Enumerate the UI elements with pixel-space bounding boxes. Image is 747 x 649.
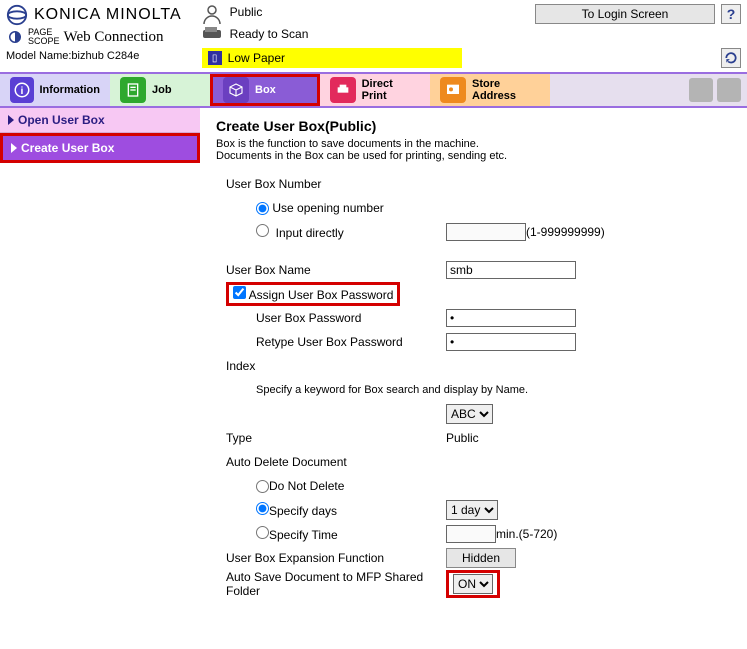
label-expansion: User Box Expansion Function: [226, 551, 446, 565]
brand-logo: KONICA MINOLTA: [6, 4, 182, 26]
select-specify-days[interactable]: 1 day: [446, 500, 498, 520]
input-userbox-name[interactable]: [446, 261, 576, 279]
label-retype-password: Retype User Box Password: [256, 335, 446, 349]
highlight-assign-password: Assign User Box Password: [226, 282, 400, 306]
label-auto-save: Auto Save Document to MFP Shared Folder: [226, 570, 446, 598]
label-auto-delete: Auto Delete Document: [226, 455, 347, 469]
print-icon: [330, 77, 356, 103]
hidden-button[interactable]: Hidden: [446, 548, 516, 568]
user-label: Public: [230, 5, 263, 19]
info-icon: i: [10, 77, 34, 103]
job-icon: [120, 77, 146, 103]
refresh-icon: [724, 51, 738, 65]
user-icon: [202, 4, 222, 20]
page-title: Create User Box(Public): [216, 118, 731, 134]
scanner-icon: [202, 26, 222, 42]
page-desc-2: Documents in the Box can be used for pri…: [216, 150, 731, 162]
card-icon[interactable]: [717, 78, 741, 102]
login-button[interactable]: To Login Screen: [535, 4, 715, 24]
help-button[interactable]: ?: [721, 4, 741, 24]
input-retype-password[interactable]: [446, 333, 576, 351]
radio-use-opening[interactable]: [256, 202, 269, 215]
highlight-auto-save: ON: [446, 570, 500, 598]
status-ready: Ready to Scan: [230, 27, 309, 41]
triangle-icon: [8, 115, 14, 125]
label-userbox-password: User Box Password: [256, 311, 446, 325]
input-userbox-number[interactable]: [446, 223, 526, 241]
model-name: Model Name:bizhub C284e: [6, 50, 182, 62]
input-userbox-password[interactable]: [446, 309, 576, 327]
radio-specify-days[interactable]: [256, 502, 269, 515]
hint-index: Specify a keyword for Box search and dis…: [256, 384, 528, 396]
svg-text:i: i: [20, 85, 23, 97]
tab-information[interactable]: i Information: [0, 74, 110, 106]
label-type: Type: [226, 431, 446, 445]
label-index: Index: [226, 359, 255, 373]
radio-do-not-delete[interactable]: [256, 480, 269, 493]
sidebar: Open User Box Create User Box: [0, 108, 200, 608]
label-userbox-name: User Box Name: [226, 263, 446, 277]
checkbox-assign-password[interactable]: [233, 286, 246, 299]
input-specify-time[interactable]: [446, 525, 496, 543]
tab-job[interactable]: Job: [110, 74, 210, 106]
tab-direct-print[interactable]: Direct Print: [320, 74, 430, 106]
select-index[interactable]: ABC: [446, 404, 493, 424]
pagescope-logo: PAGE SCOPE Web Connection: [6, 28, 182, 46]
main-tabs: i Information Job Box Direct Print Store…: [0, 72, 747, 108]
label-userbox-number: User Box Number: [226, 177, 321, 191]
select-auto-save[interactable]: ON: [453, 574, 493, 594]
value-type: Public: [446, 431, 479, 445]
address-icon: [440, 77, 466, 103]
triangle-icon: [11, 143, 17, 153]
status-low-paper: ▯ Low Paper: [202, 48, 462, 68]
sidebar-open-user-box[interactable]: Open User Box: [0, 108, 200, 133]
toolbox-icon[interactable]: [689, 78, 713, 102]
box-icon: [223, 77, 249, 103]
radio-input-directly[interactable]: [256, 224, 269, 237]
radio-specify-time[interactable]: [256, 526, 269, 539]
tab-box[interactable]: Box: [210, 74, 320, 106]
page-desc-1: Box is the function to save documents in…: [216, 138, 731, 150]
sidebar-create-user-box[interactable]: Create User Box: [0, 133, 200, 163]
paper-icon: ▯: [208, 51, 222, 65]
brand-text: KONICA MINOLTA: [34, 6, 182, 24]
refresh-button[interactable]: [721, 48, 741, 68]
tab-store-address[interactable]: StoreAddress: [430, 74, 550, 106]
